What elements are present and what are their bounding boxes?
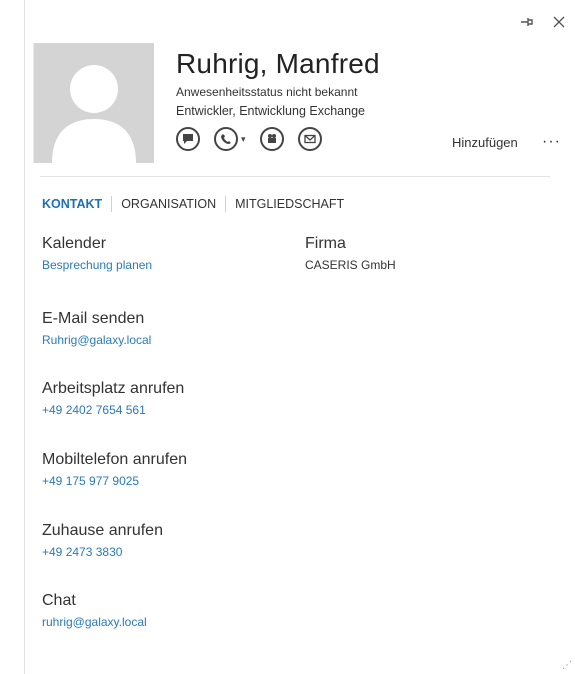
action-bar: ▾	[176, 127, 322, 151]
close-icon[interactable]	[549, 12, 569, 32]
tab-organisation[interactable]: ORGANISATION	[112, 197, 225, 211]
chat-label: Chat	[42, 592, 76, 609]
video-icon[interactable]	[259, 127, 284, 151]
email-link[interactable]: Ruhrig@galaxy.local	[42, 333, 151, 347]
resize-grip-icon[interactable]: ⋰	[562, 660, 572, 671]
mobile-link[interactable]: +49 175 977 9025	[42, 474, 187, 488]
chat-icon[interactable]	[176, 127, 200, 151]
work-phone-label: Arbeitsplatz anrufen	[42, 380, 185, 397]
home-phone-label: Zuhause anrufen	[42, 522, 163, 539]
avatar	[34, 43, 154, 163]
chat-section: Chat ruhrig@galaxy.local	[42, 592, 147, 629]
tab-bar: KONTAKT ORGANISATION MITGLIEDSCHAFT	[42, 196, 353, 212]
company-label: Firma	[305, 235, 346, 252]
contact-name: Ruhrig, Manfred	[176, 48, 380, 79]
company-section: Firma CASERIS GmbH	[305, 235, 396, 272]
add-button[interactable]: Hinzufügen	[452, 135, 518, 150]
calendar-label: Kalender	[42, 235, 107, 252]
phone-icon[interactable]	[214, 127, 238, 151]
chevron-down-icon[interactable]: ▾	[241, 134, 246, 145]
home-phone-link[interactable]: +49 2473 3830	[42, 545, 163, 559]
tab-kontakt[interactable]: KONTAKT	[42, 197, 111, 211]
calendar-section: Kalender Besprechung planen	[42, 235, 152, 272]
job-title: Entwickler, Entwicklung Exchange	[176, 104, 365, 118]
tab-mitgliedschaft[interactable]: MITGLIEDSCHAFT	[226, 197, 353, 211]
work-phone-section: Arbeitsplatz anrufen +49 2402 7654 561	[42, 380, 184, 417]
work-phone-link[interactable]: +49 2402 7654 561	[42, 403, 184, 417]
mobile-section: Mobiltelefon anrufen +49 175 977 9025	[42, 451, 187, 488]
mail-icon[interactable]	[297, 127, 322, 151]
window-controls	[517, 12, 569, 32]
mobile-label: Mobiltelefon anrufen	[42, 451, 187, 468]
more-options-icon[interactable]: ···	[542, 133, 561, 151]
home-phone-section: Zuhause anrufen +49 2473 3830	[42, 522, 163, 559]
presence-status: Anwesenheitsstatus nicht bekannt	[176, 85, 358, 99]
schedule-meeting-link[interactable]: Besprechung planen	[42, 258, 152, 272]
email-label: E-Mail senden	[42, 310, 145, 327]
chat-link[interactable]: ruhrig@galaxy.local	[42, 615, 147, 629]
header-divider	[40, 176, 550, 177]
pin-icon[interactable]	[517, 12, 537, 32]
company-value: CASERIS GmbH	[305, 258, 396, 272]
email-section: E-Mail senden Ruhrig@galaxy.local	[42, 310, 151, 347]
call-button[interactable]: ▾	[214, 127, 246, 151]
presence-bar	[25, 43, 34, 163]
